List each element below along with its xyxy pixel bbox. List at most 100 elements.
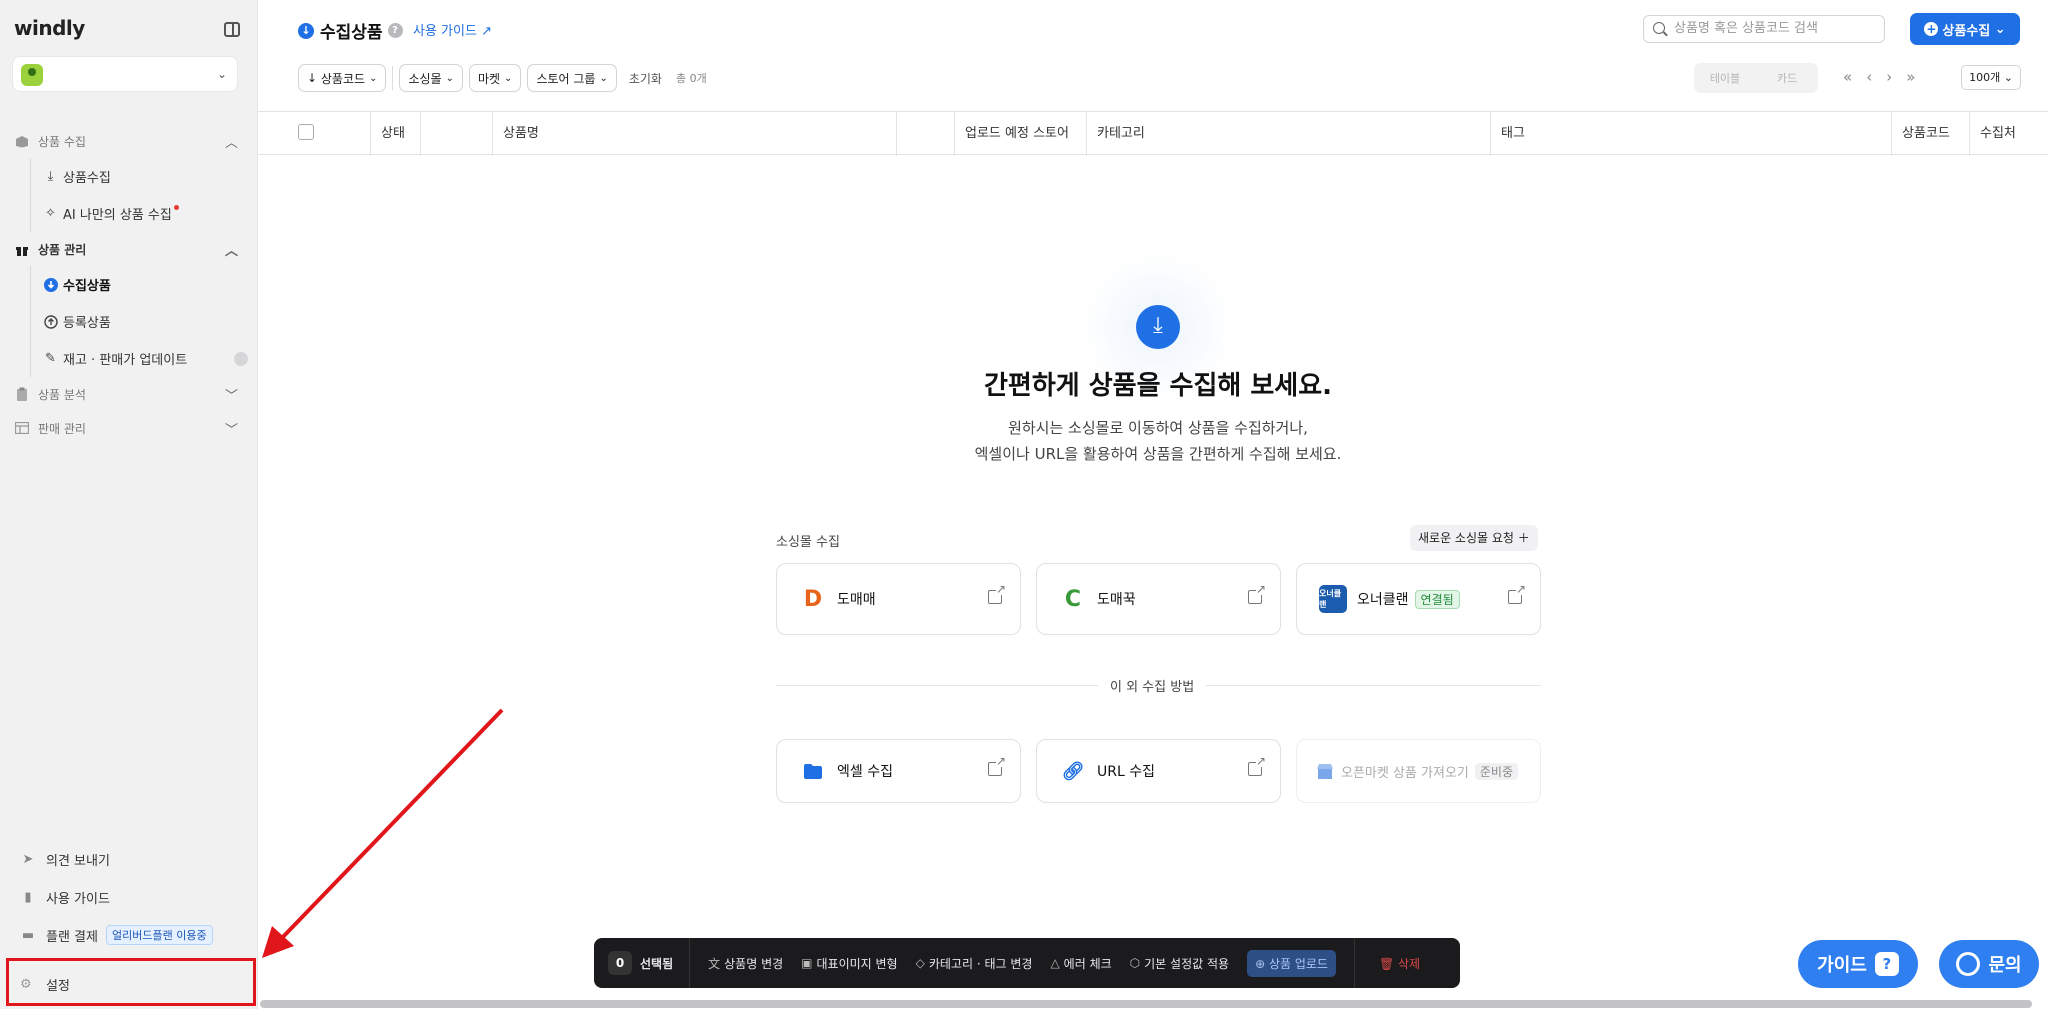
reset-filters-button[interactable]: 초기화 xyxy=(629,70,662,87)
sidebar-item-collect[interactable]: ⤓ 상품수집 xyxy=(43,158,258,195)
chevron-down-icon: ⌄ xyxy=(504,72,513,84)
source-card-domeggook[interactable]: C 도매꾹 xyxy=(1036,563,1281,635)
workspace-selector[interactable]: ⌄ xyxy=(12,56,238,92)
apply-defaults-button[interactable]: ⬡ 기본 설정값 적용 xyxy=(1130,955,1229,972)
question-bubble-icon: ? xyxy=(1874,952,1899,976)
delete-button[interactable]: 🗑︎ 삭제 xyxy=(1379,955,1420,972)
prev-page-icon[interactable]: ‹ xyxy=(1866,68,1872,86)
nav-section-sales[interactable]: 판매 관리 ﹀ xyxy=(14,411,242,445)
source-card-domeme[interactable]: D 도매매 xyxy=(776,563,1021,635)
nav-section-label: 상품 분석 xyxy=(38,387,86,402)
sidebar-item-stock-price-update[interactable]: ✎ 재고 · 판매가 업데이트 xyxy=(43,340,258,377)
send-icon: ➤ xyxy=(22,851,34,867)
view-table-button[interactable]: 테이블 xyxy=(1694,70,1756,86)
floating-inquiry-button[interactable]: 문의 xyxy=(1939,940,2039,988)
sidebar-item-feedback[interactable]: ➤ 의견 보내기 xyxy=(0,840,258,878)
request-new-mall-button[interactable]: 새로운 소싱몰 요청 ＋ xyxy=(1410,525,1538,551)
nav-section-collect[interactable]: 상품 수집 ︿ xyxy=(14,124,242,158)
sidebar-item-collected-products[interactable]: 수집상품 xyxy=(43,266,258,303)
sidebar-item-settings[interactable]: ⚙ 설정 xyxy=(20,975,70,994)
logo[interactable]: windly xyxy=(14,16,85,40)
gift-icon xyxy=(14,242,30,256)
col-upload-store[interactable]: 업로드 예정 스토어 xyxy=(954,112,1069,156)
col-source[interactable]: 수집처 xyxy=(1969,112,2016,156)
search-input[interactable]: 상품명 혹은 상품코드 검색 xyxy=(1643,15,1885,43)
sidebar-toggle-icon[interactable] xyxy=(224,22,240,37)
workspace-avatar xyxy=(21,64,43,86)
change-category-tag-button[interactable]: ◇ 카테고리 · 태그 변경 xyxy=(916,955,1033,972)
last-page-icon[interactable]: » xyxy=(1906,68,1915,86)
per-page-select[interactable]: 100개 ⌄ xyxy=(1961,65,2021,90)
action-label: 기본 설정값 적용 xyxy=(1144,956,1230,971)
plus-icon: ＋ xyxy=(1517,531,1530,545)
delete-label: 삭제 xyxy=(1398,956,1421,971)
edit-icon: ✎ xyxy=(45,351,56,366)
external-link-icon: ↗ xyxy=(481,24,492,39)
selected-label: 선택됨 xyxy=(640,956,674,971)
upload-label: 상품 업로드 xyxy=(1268,956,1328,971)
source-name: 도매꾹 xyxy=(1097,592,1136,608)
horizontal-scrollbar[interactable] xyxy=(260,1000,2032,1008)
transform-image-button[interactable]: ▣ 대표이미지 변형 xyxy=(801,955,897,972)
sparkle-icon: ✧ xyxy=(45,206,56,221)
filter-bar: ↓ 상품코드 ⌄ 소싱몰 ⌄ 마켓 ⌄ 스토어 그룹 ⌄ 초기화 총 0개 xyxy=(298,64,707,92)
sort-product-code[interactable]: ↓ 상품코드 ⌄ xyxy=(298,64,387,92)
page-title: ↓ 수집상품 ? xyxy=(298,18,403,43)
upload-circle-icon xyxy=(43,314,58,329)
warning-icon: △ xyxy=(1050,956,1060,970)
sidebar-item-ai-collect[interactable]: ✧ AI 나만의 상품 수집 xyxy=(43,195,258,232)
upload-products-button[interactable]: ⊕ 상품 업로드 xyxy=(1247,949,1336,977)
select-all-checkbox[interactable] xyxy=(298,124,314,140)
tag-icon: ◇ xyxy=(915,956,925,970)
url-collect-card[interactable]: 🔗︎ URL 수집 xyxy=(1036,739,1281,803)
guide-button-label: 가이드 xyxy=(1817,955,1867,976)
new-dot xyxy=(173,205,179,210)
chevron-down-icon: ⌄ xyxy=(2003,71,2013,84)
error-check-button[interactable]: △ 에러 체크 xyxy=(1050,955,1111,972)
sidebar-item-registered-products[interactable]: 등록상품 xyxy=(43,303,258,340)
view-toggle: 테이블 카드 xyxy=(1694,63,1818,93)
sidebar-item-guide[interactable]: ▮ 사용 가이드 xyxy=(0,878,258,916)
next-page-icon[interactable]: › xyxy=(1886,68,1892,86)
filter-store-group[interactable]: 스토어 그룹 ⌄ xyxy=(527,64,617,92)
col-status[interactable]: 상태 xyxy=(370,112,405,156)
col-product-code[interactable]: 상품코드 xyxy=(1891,112,1950,156)
sidebar-nav: 상품 수집 ︿ ⤓ 상품수집 ✧ AI 나만의 상품 수집 상품 관리 ︿ 수집… xyxy=(0,124,258,445)
help-icon[interactable]: ? xyxy=(387,23,403,38)
guide-label: 사용 가이드 xyxy=(46,891,110,907)
headset-icon xyxy=(1956,952,1981,976)
plus-icon: + xyxy=(1924,22,1939,36)
chevron-down-icon: ⌄ xyxy=(369,72,378,84)
empty-subtitle-line: 원하시는 소싱몰로 이동하여 상품을 수집하거나, xyxy=(1008,419,1308,437)
sidebar-item-label: AI 나만의 상품 수집 xyxy=(63,208,172,223)
table-icon xyxy=(14,421,30,435)
col-tag[interactable]: 태그 xyxy=(1490,112,1525,156)
nav-section-manage[interactable]: 상품 관리 ︿ xyxy=(14,232,242,266)
image-icon: ▣ xyxy=(801,956,813,970)
floating-guide-button[interactable]: 가이드 ? xyxy=(1798,940,1918,988)
source-card-ownerclan[interactable]: 오너클랜 오너클랜 연결됨 xyxy=(1296,563,1541,635)
nav-section-analysis[interactable]: 상품 분석 ﹀ xyxy=(14,377,242,411)
chevron-down-icon: ⌄ xyxy=(216,67,227,81)
chevron-down-icon: ⌄ xyxy=(445,72,454,84)
filter-sourcing-mall[interactable]: 소싱몰 ⌄ xyxy=(399,64,463,92)
rename-products-button[interactable]: 文 상품명 변경 xyxy=(708,955,783,972)
sidebar-item-plan[interactable]: ▬ 플랜 결제 얼리버드플랜 이용중 xyxy=(0,916,258,954)
first-page-icon[interactable]: « xyxy=(1843,68,1852,86)
divider xyxy=(1353,938,1355,988)
chevron-down-icon: ﹀ xyxy=(224,422,238,438)
col-product-name[interactable]: 상품명 xyxy=(492,112,539,156)
col-blank xyxy=(896,112,954,156)
collect-products-button[interactable]: + 상품수집 ⌄ xyxy=(1910,13,2020,45)
store-icon xyxy=(1315,757,1335,785)
filter-label: 마켓 xyxy=(477,71,501,86)
excel-collect-card[interactable]: 엑셀 수집 xyxy=(776,739,1021,803)
usage-guide-link[interactable]: 사용 가이드 ↗ xyxy=(413,20,492,39)
preparing-badge: 준비중 xyxy=(1474,762,1518,780)
view-card-button[interactable]: 카드 xyxy=(1756,70,1818,86)
folder-icon xyxy=(799,757,827,785)
bulk-action-toolbar: 0 선택됨 文 상품명 변경 ▣ 대표이미지 변형 ◇ 카테고리 · 태그 변경… xyxy=(594,938,1460,988)
col-category[interactable]: 카테고리 xyxy=(1086,112,1145,156)
box-icon xyxy=(14,134,30,148)
filter-market[interactable]: 마켓 ⌄ xyxy=(468,64,522,92)
